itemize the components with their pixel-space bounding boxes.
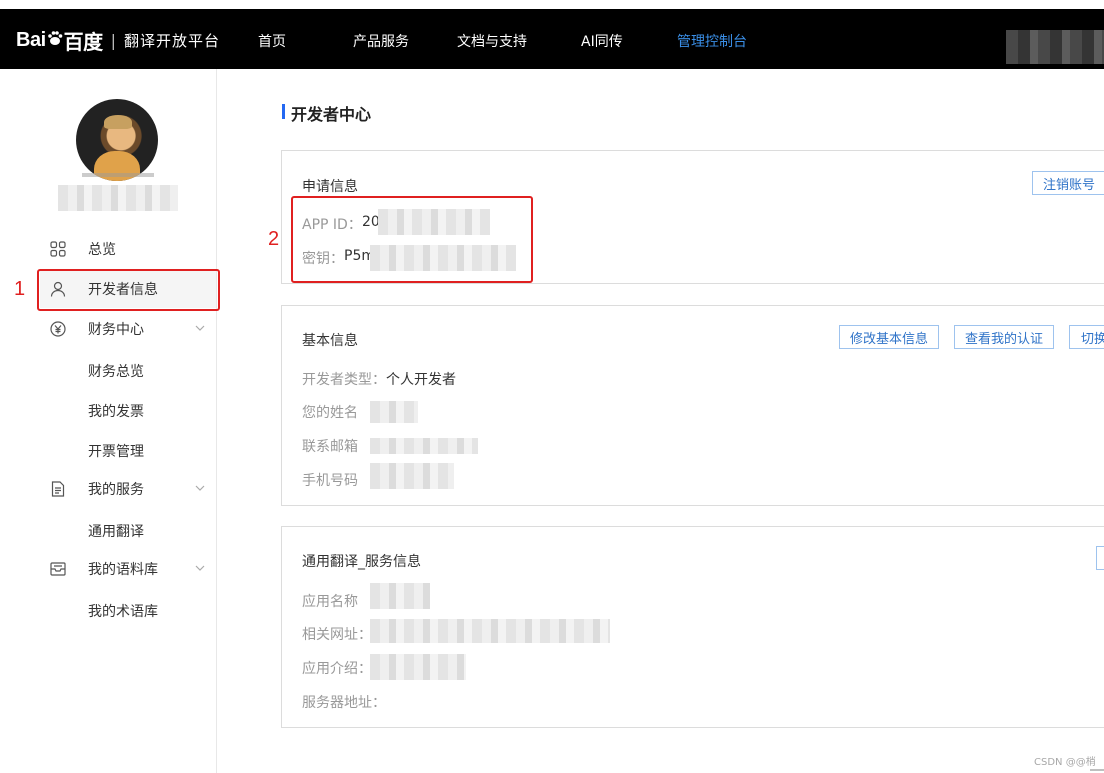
top-navbar: Bai 百度 | 翻译开放平台 首页 产品服务 文档与支持 AI同传 管理控制台 xyxy=(0,9,1104,69)
switch-button[interactable]: 切换 xyxy=(1069,325,1104,349)
service-action-button[interactable] xyxy=(1096,546,1104,570)
url-redacted xyxy=(370,619,610,643)
watermark: CSDN @@梢 xyxy=(1034,757,1096,768)
user-icon xyxy=(50,281,66,297)
nav-ai-interpretation[interactable]: AI同传 xyxy=(581,31,623,51)
app-intro-redacted xyxy=(370,654,466,680)
nav-products[interactable]: 产品服务 xyxy=(353,31,409,51)
nav-home[interactable]: 首页 xyxy=(258,31,286,51)
sidebar-subitem-general-translation[interactable]: 通用翻译 xyxy=(88,521,144,541)
secret-key-label: 密钥： xyxy=(302,251,344,267)
edit-basic-info-button[interactable]: 修改基本信息 xyxy=(839,325,939,349)
phone-redacted xyxy=(370,463,454,489)
name-label: 您的姓名 xyxy=(302,405,358,421)
app-name-label: 应用名称 xyxy=(302,594,358,610)
avatar[interactable] xyxy=(76,99,158,181)
app-id-label: APP ID： xyxy=(302,217,362,233)
sidebar-item-finance[interactable]: 财务中心 xyxy=(40,310,216,348)
sidebar: 总览 开发者信息 财务中心 财务总览 我的发票 开票管理 我的服务 通用翻译 我… xyxy=(0,69,217,773)
annotation-number-1: 1 xyxy=(14,278,26,300)
card-title-apply-info: 申请信息 xyxy=(302,179,358,195)
user-account-menu[interactable] xyxy=(1006,30,1104,64)
view-certification-button[interactable]: 查看我的认证 xyxy=(954,325,1054,349)
top-strip xyxy=(0,0,1104,9)
sidebar-item-my-services[interactable]: 我的服务 xyxy=(40,470,216,508)
developer-type-value: 个人开发者 xyxy=(386,372,456,388)
page-title: 开发者中心 xyxy=(282,101,371,125)
app-intro-label: 应用介绍： xyxy=(302,661,372,677)
chevron-down-icon xyxy=(195,325,205,331)
sidebar-item-label: 我的语料库 xyxy=(88,562,158,578)
sidebar-item-label: 我的服务 xyxy=(88,482,144,498)
sidebar-item-label: 总览 xyxy=(88,242,116,258)
secret-key-redacted xyxy=(370,245,516,271)
url-label: 相关网址： xyxy=(302,627,372,643)
chevron-down-icon xyxy=(195,565,205,571)
nav-docs[interactable]: 文档与支持 xyxy=(457,31,527,51)
app-name-redacted xyxy=(370,583,430,609)
app-id-redacted xyxy=(378,209,490,235)
logo-separator: | xyxy=(110,30,117,50)
service-info-card: 通用翻译_服务信息 应用名称 相关网址： 应用介绍： 服务器地址： xyxy=(281,526,1104,728)
logo-baidu-text-right: 百度 xyxy=(63,31,104,54)
inbox-icon xyxy=(50,562,66,576)
paw-icon xyxy=(47,31,62,45)
server-address-label: 服务器地址： xyxy=(302,695,386,711)
sidebar-item-label: 开发者信息 xyxy=(88,282,158,298)
email-redacted xyxy=(370,438,478,454)
email-label: 联系邮箱 xyxy=(302,439,358,455)
logo-baidu-text-left: Bai xyxy=(16,28,46,51)
nav-console[interactable]: 管理控制台 xyxy=(677,31,747,51)
basic-info-card: 基本信息 修改基本信息 查看我的认证 切换 开发者类型： 个人开发者 您的姓名 … xyxy=(281,305,1104,506)
yen-icon xyxy=(50,321,66,337)
sidebar-item-developer-info[interactable]: 开发者信息 xyxy=(40,270,216,308)
sidebar-subitem-terminology[interactable]: 我的术语库 xyxy=(88,601,158,621)
username-redacted xyxy=(58,185,178,211)
sidebar-subitem-finance-overview[interactable]: 财务总览 xyxy=(88,361,144,381)
avatar-underline xyxy=(82,173,154,177)
card-title-basic-info: 基本信息 xyxy=(302,333,358,349)
logo-subtitle: 翻译开放平台 xyxy=(124,31,221,50)
chevron-down-icon xyxy=(195,485,205,491)
sidebar-item-overview[interactable]: 总览 xyxy=(40,230,216,268)
phone-label: 手机号码 xyxy=(302,473,358,489)
name-redacted xyxy=(370,401,418,423)
grid-icon xyxy=(50,241,66,257)
sidebar-item-label: 财务中心 xyxy=(88,322,144,338)
document-icon xyxy=(51,481,65,497)
developer-type-label: 开发者类型： xyxy=(302,372,386,388)
sidebar-item-corpus[interactable]: 我的语料库 xyxy=(40,550,216,588)
corner-decoration xyxy=(1090,769,1104,771)
card-title-service-info: 通用翻译_服务信息 xyxy=(302,554,421,570)
sidebar-subitem-my-invoices[interactable]: 我的发票 xyxy=(88,401,144,421)
annotation-number-2: 2 xyxy=(268,228,280,250)
cancel-account-button[interactable]: 注销账号 xyxy=(1032,171,1104,195)
sidebar-subitem-invoice-management[interactable]: 开票管理 xyxy=(88,441,144,461)
apply-info-card: 申请信息 注销账号 APP ID： 20 密钥： P5m xyxy=(281,150,1104,284)
avatar-hair xyxy=(104,115,132,129)
baidu-logo[interactable]: Bai 百度 | 翻译开放平台 xyxy=(16,25,220,55)
